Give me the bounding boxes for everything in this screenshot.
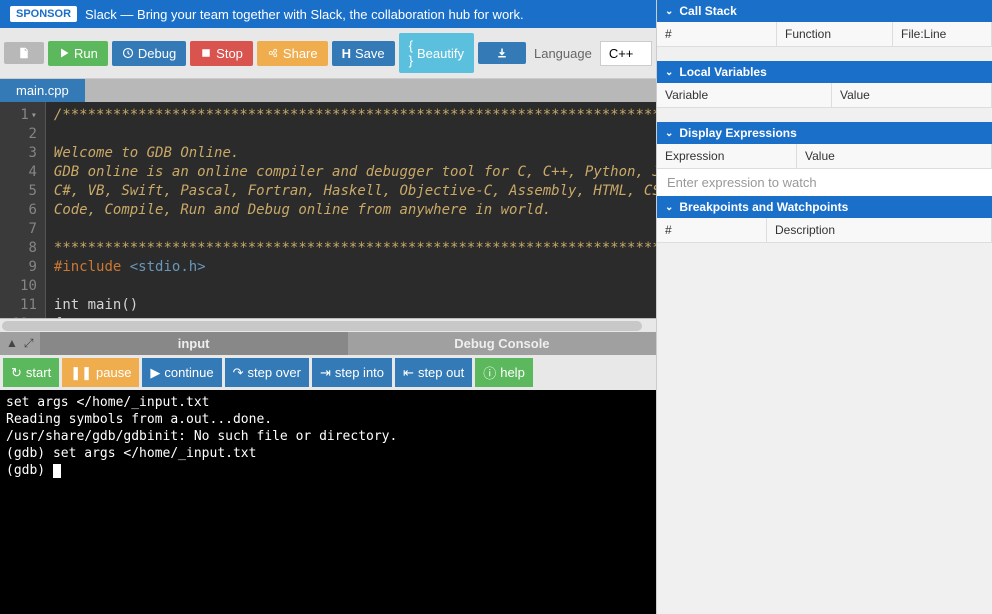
- clock-icon: [122, 47, 134, 59]
- pause-icon: ❚❚: [70, 365, 92, 381]
- debug-pause-button[interactable]: ❚❚ pause: [62, 358, 139, 387]
- panel-display-expr-header[interactable]: ⌄ Display Expressions: [657, 122, 992, 144]
- debug-start-button[interactable]: ↻ start: [3, 358, 59, 387]
- code-content[interactable]: /***************************************…: [46, 102, 656, 318]
- chevron-down-icon: ⌄: [665, 6, 673, 17]
- debug-toolbar: ↻ start ❚❚ pause ▶ continue ↷ step over …: [0, 355, 656, 390]
- watch-expression-input[interactable]: [657, 169, 992, 196]
- breakpoints-columns: # Description: [657, 218, 992, 243]
- tab-input[interactable]: input: [40, 332, 348, 355]
- chevron-down-icon: ⌄: [665, 67, 673, 78]
- fold-marker-icon[interactable]: ▾: [31, 106, 37, 125]
- debug-step-out-button[interactable]: ⇤ step out: [395, 358, 472, 387]
- debug-step-into-button[interactable]: ⇥ step into: [312, 358, 392, 387]
- panel-local-vars-header[interactable]: ⌄ Local Variables: [657, 61, 992, 83]
- expand-diag-icon[interactable]: ⤢: [24, 336, 34, 351]
- play-icon: ▶: [150, 365, 160, 381]
- panel-breakpoints-header[interactable]: ⌄ Breakpoints and Watchpoints: [657, 196, 992, 218]
- col-value: Value: [832, 83, 992, 107]
- sponsor-badge: SPONSOR: [10, 6, 77, 22]
- col-variable: Variable: [657, 83, 832, 107]
- download-button[interactable]: [478, 42, 526, 64]
- tab-main-cpp[interactable]: main.cpp: [0, 79, 85, 102]
- chevron-down-icon: ⌄: [665, 202, 673, 213]
- step-out-icon: ⇤: [403, 365, 414, 381]
- new-file-button[interactable]: [4, 42, 44, 64]
- local-vars-columns: Variable Value: [657, 83, 992, 108]
- col-function: Function: [777, 22, 893, 46]
- code-editor[interactable]: 1 ▾ 2 3 4 5 6 7 8 9 10 11 12 ▾ 13 14 15 …: [0, 102, 656, 318]
- save-button[interactable]: H Save: [332, 41, 395, 66]
- chevron-down-icon: ⌄: [665, 128, 673, 139]
- sponsor-bar: SPONSOR Slack — Bring your team together…: [0, 0, 656, 28]
- beautify-button[interactable]: { } Beautify: [399, 33, 474, 73]
- editor-horizontal-scrollbar[interactable]: [0, 318, 656, 332]
- share-icon: [267, 47, 279, 59]
- display-expr-columns: Expression Value: [657, 144, 992, 169]
- braces-icon: { }: [409, 38, 413, 68]
- col-fileline: File:Line: [893, 22, 992, 46]
- refresh-icon: ↻: [11, 365, 22, 381]
- language-select[interactable]: C++: [600, 41, 653, 66]
- language-label: Language: [534, 46, 592, 61]
- main-toolbar: Run Debug Stop Share H Save { } Beautify: [0, 28, 656, 79]
- editor-gutter: 1 ▾ 2 3 4 5 6 7 8 9 10 11 12 ▾ 13 14 15 …: [0, 102, 46, 318]
- debug-panels: ⌄ Call Stack # Function File:Line ⌄ Loca…: [656, 0, 992, 614]
- file-icon: [18, 47, 30, 59]
- call-stack-columns: # Function File:Line: [657, 22, 992, 47]
- bottom-tabs: ▲ ⤢ input Debug Console: [0, 332, 656, 355]
- debug-button[interactable]: Debug: [112, 41, 186, 66]
- step-over-icon: ↷: [233, 365, 244, 381]
- debug-step-over-button[interactable]: ↷ step over: [225, 358, 309, 387]
- col-number: #: [657, 22, 777, 46]
- info-icon: ⓘ: [483, 363, 496, 382]
- col-value: Value: [797, 144, 992, 168]
- panel-call-stack-header[interactable]: ⌄ Call Stack: [657, 0, 992, 22]
- file-tabs: main.cpp: [0, 79, 656, 102]
- col-number: #: [657, 218, 767, 242]
- expand-up-icon[interactable]: ▲: [6, 336, 18, 351]
- debug-console[interactable]: set args </home/_input.txt Reading symbo…: [0, 390, 656, 614]
- download-icon: [496, 47, 508, 59]
- save-icon: H: [342, 46, 351, 61]
- debug-continue-button[interactable]: ▶ continue: [142, 358, 221, 387]
- run-button[interactable]: Run: [48, 41, 108, 66]
- stop-button[interactable]: Stop: [190, 41, 253, 66]
- tab-debug-console[interactable]: Debug Console: [348, 332, 656, 355]
- play-icon: [58, 47, 70, 59]
- cursor: [53, 464, 61, 478]
- stop-icon: [200, 47, 212, 59]
- debug-help-button[interactable]: ⓘ help: [475, 358, 533, 387]
- col-description: Description: [767, 218, 992, 242]
- sponsor-text[interactable]: Slack — Bring your team together with Sl…: [85, 7, 524, 22]
- step-into-icon: ⇥: [320, 365, 331, 381]
- share-button[interactable]: Share: [257, 41, 328, 66]
- col-expression: Expression: [657, 144, 797, 168]
